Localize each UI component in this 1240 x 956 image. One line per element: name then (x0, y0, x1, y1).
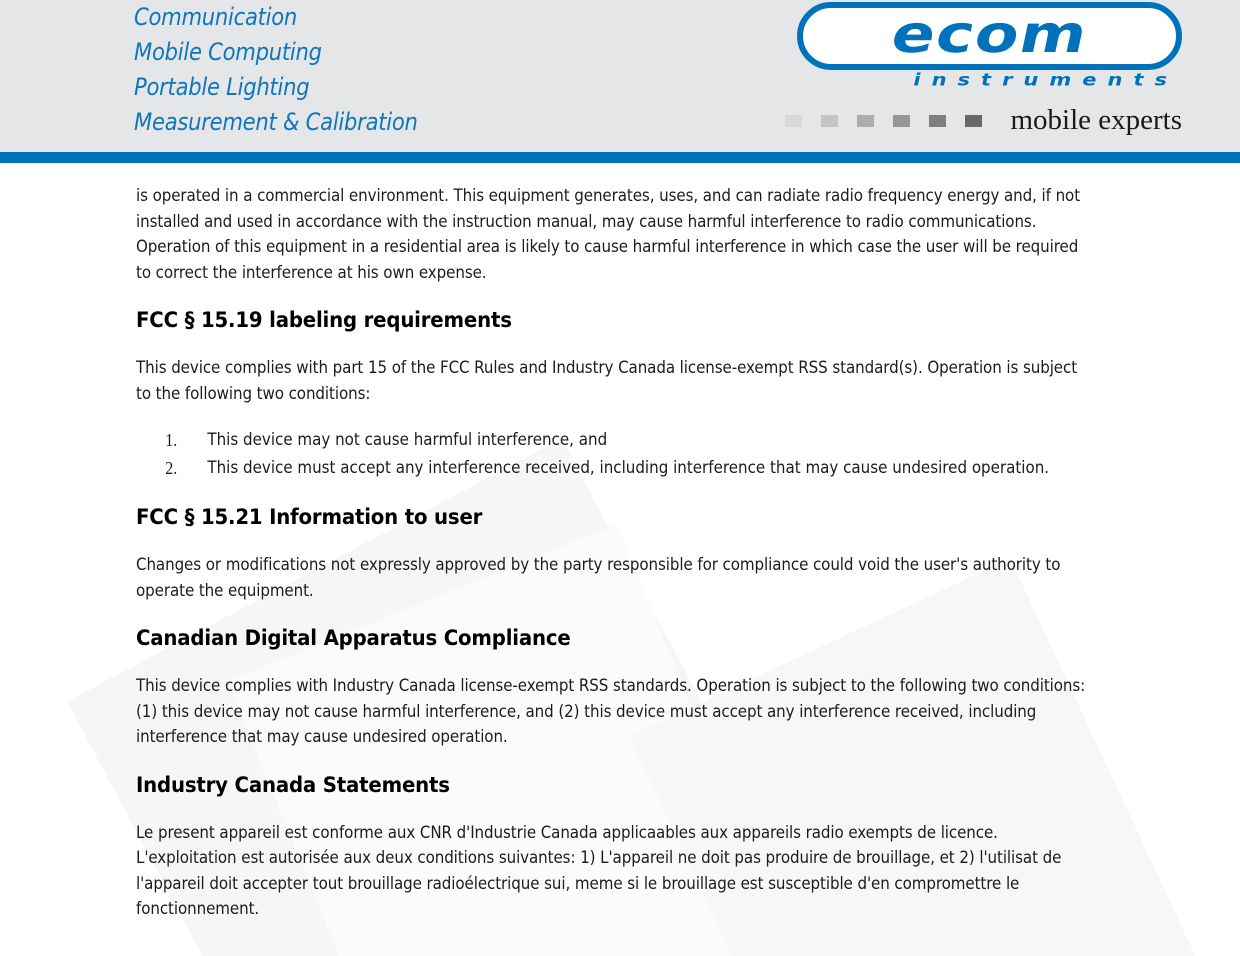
header-taglines: Communication Mobile Computing Portable … (134, 0, 456, 140)
logo-wordmark: ecom instruments (762, 2, 1182, 90)
gradient-square-1 (785, 114, 803, 127)
heading-industry-canada-statements: Industry Canada Statements (136, 772, 450, 797)
tagline-communication: Communication (134, 3, 298, 31)
heading-fcc-15-19: FCC § 15.19 labeling requirements (136, 308, 512, 332)
page-header: Communication Mobile Computing Portable … (0, 0, 1240, 152)
ecom-logo: ecom instruments mobile experts (762, 2, 1182, 135)
logo-badge-outline: ecom (797, 2, 1182, 70)
logo-text-ecom: ecom (885, 4, 1094, 65)
heading-canadian-digital-apparatus: Canadian Digital Apparatus Compliance (136, 626, 571, 650)
paragraph-canadian-digital-apparatus: This device complies with Industry Canad… (136, 676, 1086, 746)
gradient-square-5 (929, 114, 947, 127)
logo-slogan-row: mobile experts (785, 106, 1182, 135)
gradient-square-2 (821, 114, 839, 127)
fcc-conditions-list: This device may not cause harmful interf… (136, 426, 1180, 482)
list-item: This device must accept any interference… (165, 454, 1050, 482)
logo-text-instruments: instruments (913, 70, 1178, 90)
gradient-square-6 (965, 114, 983, 127)
heading-fcc-15-21: FCC § 15.21 Information to user (136, 505, 483, 529)
gradient-squares (785, 114, 983, 127)
paragraph-fcc-15-21: Changes or modifications not expressly a… (136, 555, 1061, 600)
tagline-portable-lighting: Portable Lighting (134, 73, 310, 101)
document-content: is operated in a commercial environment.… (0, 163, 1240, 922)
paragraph-industry-canada-statements: Le present appareil est conforme aux CNR… (136, 822, 1062, 919)
gradient-square-3 (857, 114, 875, 127)
logo-slogan: mobile experts (1010, 104, 1182, 136)
intro-paragraph: is operated in a commercial environment.… (136, 186, 1081, 282)
list-item: This device may not cause harmful interf… (165, 426, 608, 454)
paragraph-fcc-15-19: This device complies with part 15 of the… (136, 358, 1078, 403)
gradient-square-4 (893, 114, 911, 127)
document-page: Communication Mobile Computing Portable … (0, 0, 1240, 956)
header-blue-divider (0, 152, 1240, 163)
tagline-measurement-calibration: Measurement & Calibration (134, 108, 418, 136)
tagline-mobile-computing: Mobile Computing (134, 38, 322, 66)
